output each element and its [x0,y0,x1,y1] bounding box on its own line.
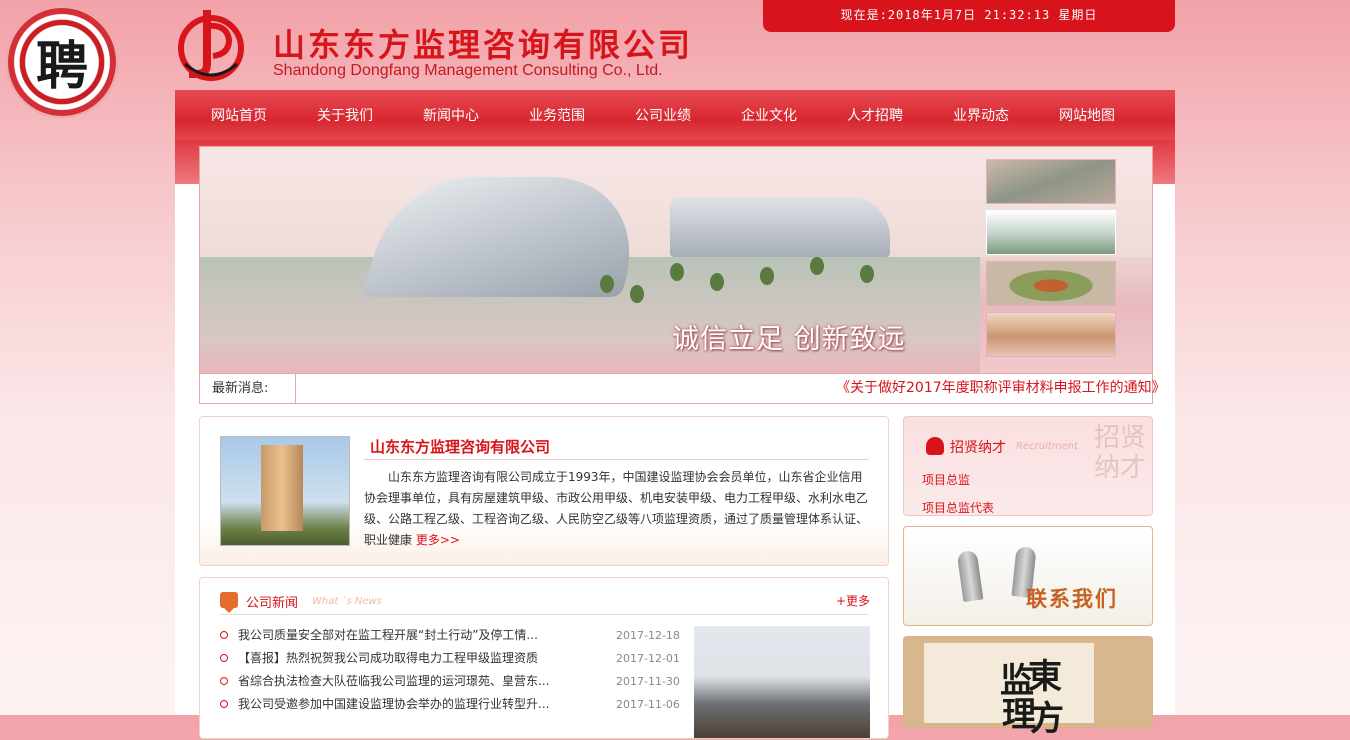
nav-item-business[interactable]: 业务范围 [529,105,635,125]
nav-item-culture[interactable]: 企业文化 [741,105,847,125]
news-divider [220,614,868,615]
building-tower [261,445,303,531]
banner-thumbnail-active[interactable] [986,210,1116,255]
news-item-title[interactable]: 【喜报】热烈祝贺我公司成功取得电力工程甲级监理资质 [238,651,538,665]
recruitment-title: 招贤纳才 [950,440,1006,456]
page-wrapper: 山东东方监理咨询有限公司 Shandong Dongfang Managemen… [175,0,1175,739]
header: 山东东方监理咨询有限公司 Shandong Dongfang Managemen… [175,0,1175,90]
news-item-date: 2017-11-30 [616,675,680,688]
news-item[interactable]: 我公司受邀参加中国建设监理协会举办的监理行业转型升... 2017-11-06 [220,693,680,716]
nav-item-performance[interactable]: 公司业绩 [635,105,741,125]
banner-thumbnail[interactable] [986,312,1116,357]
current-datetime: 现在是:2018年1月7日 21:32:13 星期日 [763,0,1175,32]
company-name-en: Shandong Dongfang Management Consulting … [273,62,663,79]
calligraphy-char: 方 [1030,699,1064,739]
contact-us-label: 联系我们 [1026,587,1118,611]
recruitment-calligraphy-decoration: 招贤 纳才 [1093,423,1146,483]
main-nav: 网站首页 关于我们 新闻中心 业务范围 公司业绩 企业文化 人才招聘 业界动态 … [175,90,1175,140]
nav-item-home[interactable]: 网站首页 [211,105,317,125]
banner-tree [630,285,644,303]
calligraphy-banner[interactable]: 東 监 理 方 [903,636,1153,739]
nav-item-recruitment[interactable]: 人才招聘 [847,105,953,125]
news-item[interactable]: 【喜报】热烈祝贺我公司成功取得电力工程甲级监理资质 2017-12-01 [220,647,680,670]
person-icon [926,437,944,455]
ticker-label: 最新消息: [200,374,296,403]
news-item-title[interactable]: 省综合执法检查大队莅临我公司监理的运河璟苑、皇营东... [238,674,549,688]
nav-item-industry[interactable]: 业界动态 [953,105,1059,125]
recruitment-box: 招贤纳才 Recruitment 招贤 纳才 项目总监 项目总监代表 [903,416,1153,516]
about-section: 山东东方监理咨询有限公司 山东东方监理咨询有限公司成立于1993年，中国建设监理… [199,416,889,566]
banner-tree [600,275,614,293]
about-text: 山东东方监理咨询有限公司成立于1993年，中国建设监理协会会员单位，山东省企业信… [364,467,869,551]
banner-building-secondary [670,197,890,257]
company-name-cn: 山东东方监理咨询有限公司 [273,26,694,64]
news-section-title: 公司新闻 [246,596,299,611]
nav-item-news[interactable]: 新闻中心 [423,105,529,125]
banner-slogan: 诚信立足 创新致远 [672,324,906,355]
news-photo[interactable] [694,626,870,738]
news-item-title[interactable]: 我公司受邀参加中国建设监理协会举办的监理行业转型升... [238,697,549,711]
banner-slideshow[interactable]: 诚信立足 创新致远 [199,146,1153,374]
banner-tree [810,257,824,275]
news-item[interactable]: 我公司质量安全部对在监工程开展“封土行动”及停工情... 2017-12-18 [220,624,680,647]
news-item-date: 2017-11-06 [616,698,680,711]
ticker-link[interactable]: 《关于做好2017年度职称评审材料申报工作的通知》 [836,374,1166,403]
nav-item-about[interactable]: 关于我们 [317,105,423,125]
news-item-date: 2017-12-01 [616,652,680,665]
company-logo-icon[interactable] [177,6,247,82]
recruitment-link[interactable]: 项目总监 [922,471,970,488]
about-more-link[interactable]: 更多>> [416,533,460,547]
news-more-link[interactable]: +更多 [836,592,870,609]
about-divider [364,459,869,460]
nav-item-sitemap[interactable]: 网站地图 [1059,105,1165,125]
handshake-figure-left [956,549,984,603]
company-building-photo [220,436,350,546]
news-section-subtitle: What `s News [312,596,382,607]
banner-tree [670,263,684,281]
banner-tree [860,265,874,283]
news-item-date: 2017-12-18 [616,629,680,642]
recruit-seal-badge[interactable]: 聘 [6,6,118,118]
banner-tree [710,273,724,291]
banner-thumbnails [986,159,1116,363]
banner-thumbnail[interactable] [986,261,1116,306]
banner-tree [760,267,774,285]
calligraphy-scroll: 東 监 理 方 [924,643,1094,739]
about-title: 山东东方监理咨询有限公司 [370,438,551,456]
banner-thumbnail[interactable] [986,159,1116,204]
news-ticker: 最新消息: 《关于做好2017年度职称评审材料申报工作的通知》 [199,373,1166,404]
news-item[interactable]: 省综合执法检查大队莅临我公司监理的运河璟苑、皇营东... 2017-11-30 [220,670,680,693]
recruitment-link[interactable]: 项目总监代表 [922,499,994,516]
news-speech-icon [220,592,238,613]
news-list: 我公司质量安全部对在监工程开展“封土行动”及停工情... 2017-12-18 … [220,624,680,716]
contact-us-banner[interactable]: 联系我们 [903,526,1153,626]
seal-character: 聘 [35,36,88,97]
news-item-title[interactable]: 我公司质量安全部对在监工程开展“封土行动”及停工情... [238,628,538,642]
